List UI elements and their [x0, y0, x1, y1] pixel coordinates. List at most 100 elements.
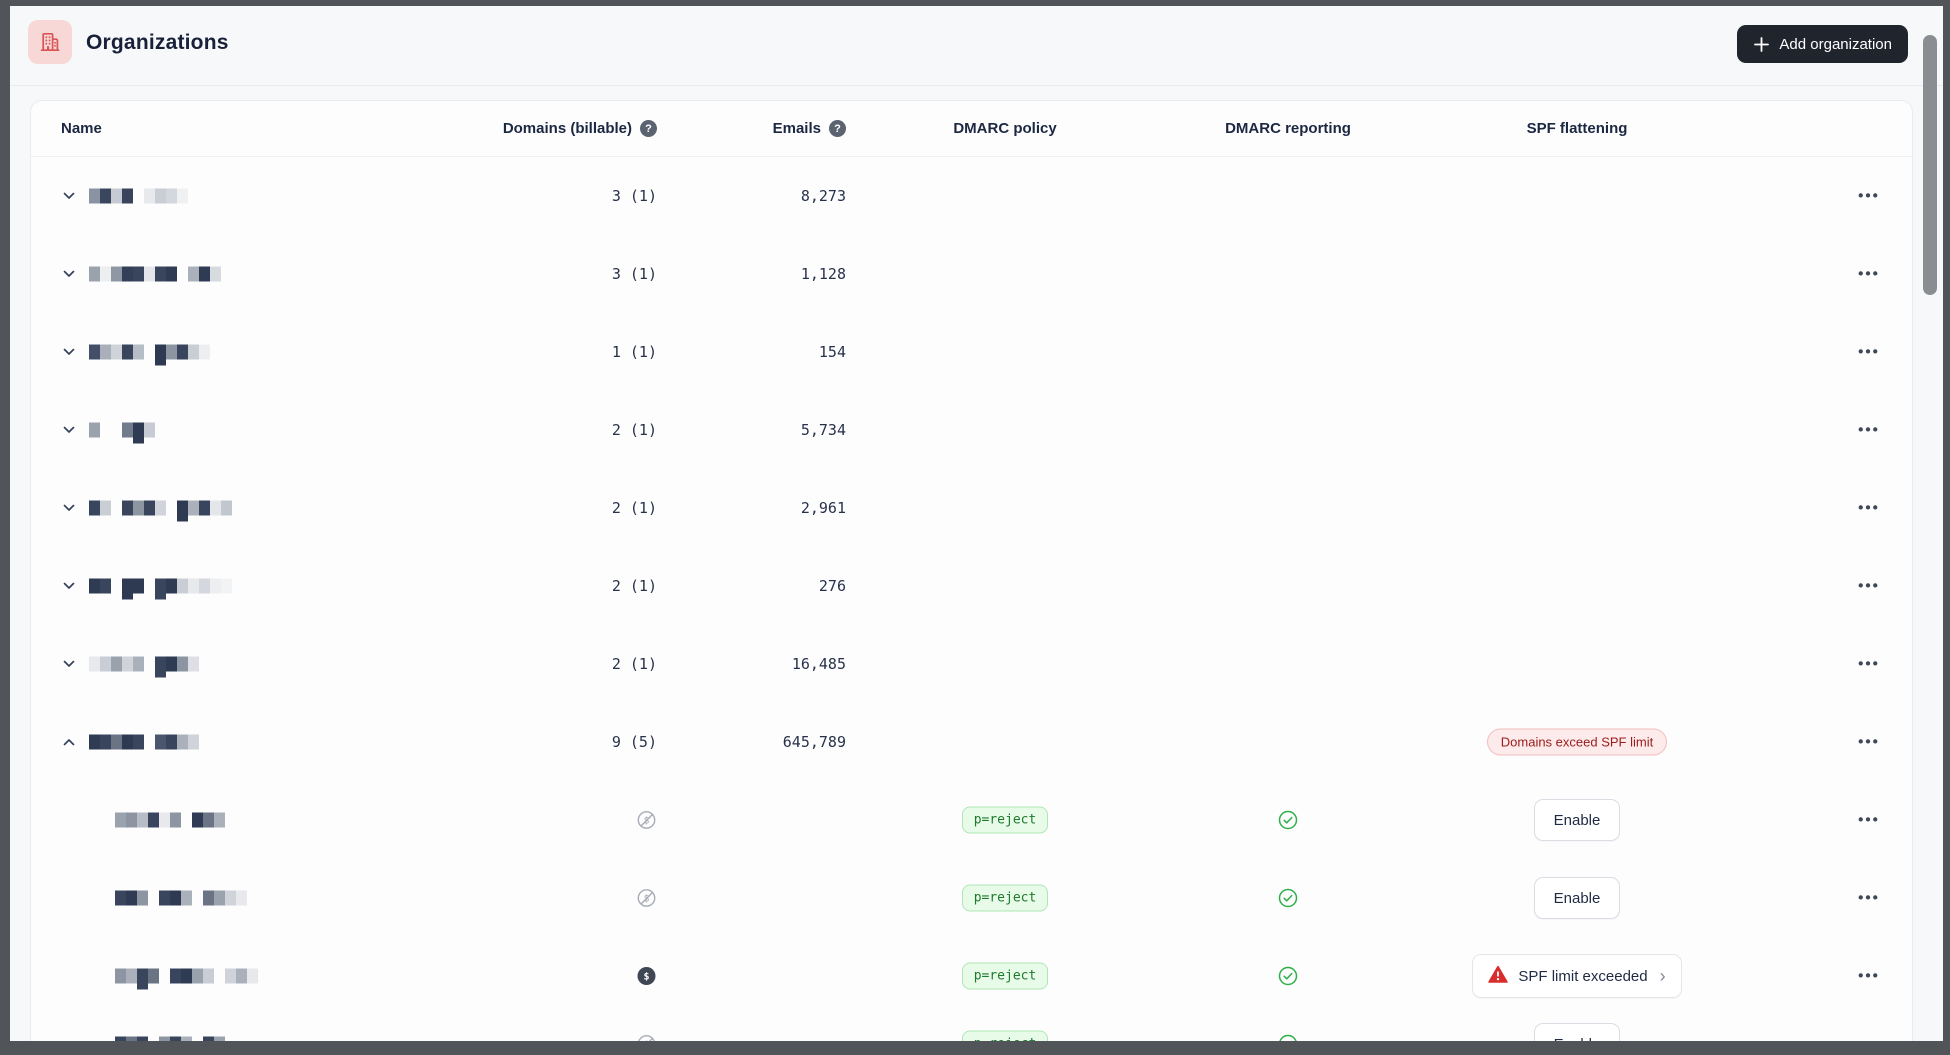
non-billable-icon: $ — [638, 1035, 655, 1041]
emails-count: 2,961 — [800, 499, 846, 517]
enable-spf-button[interactable]: Enable — [1533, 799, 1621, 841]
enable-spf-button[interactable]: Enable — [1533, 877, 1621, 919]
row-actions-menu-icon[interactable]: ••• — [1829, 422, 1909, 439]
domains-count: 9 (5) — [611, 733, 657, 751]
scrollbar-thumb[interactable] — [1923, 35, 1937, 295]
dmarc-policy-cell: p=reject — [905, 962, 1105, 990]
redaction-pixel — [144, 657, 155, 672]
redaction-pixel — [214, 890, 225, 906]
expand-chevron[interactable] — [61, 578, 81, 594]
row-actions-menu-icon[interactable]: ••• — [1829, 734, 1909, 751]
row-name — [89, 417, 155, 444]
redaction-pixel — [144, 500, 155, 516]
expand-chevron[interactable] — [61, 656, 81, 672]
domains-count: 2 (1) — [611, 499, 657, 517]
add-organization-button[interactable]: Add organization — [1737, 25, 1908, 63]
help-icon[interactable]: ? — [829, 120, 846, 137]
redaction-pixel — [188, 500, 199, 516]
expand-chevron[interactable] — [61, 344, 81, 360]
redaction-pixel — [126, 890, 137, 906]
row-actions-menu-icon[interactable]: ••• — [1829, 1036, 1909, 1042]
redaction-pixel — [137, 968, 148, 990]
redaction-pixel — [144, 266, 155, 282]
redaction-pixel — [122, 422, 133, 438]
redaction-pixel — [214, 1036, 225, 1041]
redaction-pixel — [148, 968, 159, 984]
org-row: 3 (1) 8,273 ••• — [31, 157, 1912, 235]
row-actions-menu-icon[interactable]: ••• — [1829, 812, 1909, 829]
redaction-pixel — [122, 656, 133, 672]
column-header-spf-flattening: SPF flattening — [1526, 120, 1628, 137]
redaction-pixel — [100, 656, 111, 672]
redaction-pixel — [214, 969, 225, 984]
row-name — [89, 188, 188, 204]
expand-chevron[interactable] — [61, 266, 81, 282]
row-name — [115, 812, 225, 828]
redaction-pixel — [203, 968, 214, 984]
redaction-pixel — [133, 266, 144, 282]
redaction-pixel — [155, 188, 166, 204]
domain-row: $ p=reject Enable ••• — [31, 859, 1912, 937]
row-actions-menu-icon[interactable]: ••• — [1829, 266, 1909, 283]
redaction-pixel — [133, 734, 144, 750]
chevron-down-icon — [63, 582, 75, 589]
row-actions-menu-icon[interactable]: ••• — [1829, 188, 1909, 205]
redaction-pixel — [133, 344, 144, 360]
emails-count: 154 — [818, 343, 846, 361]
chevron-right-icon: › — [1659, 966, 1666, 986]
row-actions-menu-icon[interactable]: ••• — [1829, 890, 1909, 907]
row-actions-menu-icon[interactable]: ••• — [1829, 500, 1909, 517]
redaction-pixel — [89, 656, 100, 672]
redaction-pixel — [221, 500, 232, 516]
add-organization-label: Add organization — [1779, 35, 1892, 53]
redaction-pixel — [89, 266, 100, 282]
expand-chevron[interactable] — [61, 422, 81, 438]
redaction-pixel — [177, 578, 188, 594]
dmarc-policy-badge: p=reject — [961, 806, 1049, 834]
redaction-pixel — [111, 344, 122, 360]
domains-count: 3 (1) — [611, 265, 657, 283]
redacted-name — [89, 188, 188, 204]
redaction-pixel — [155, 266, 166, 282]
column-header-dmarc-policy: DMARC policy — [953, 120, 1057, 137]
redaction-pixel — [133, 422, 144, 444]
row-actions-menu-icon[interactable]: ••• — [1829, 968, 1909, 985]
redaction-pixel — [181, 1036, 192, 1041]
spf-limit-exceeded-button[interactable]: SPF limit exceeded › — [1472, 954, 1682, 998]
expand-chevron[interactable] — [61, 188, 81, 204]
redaction-pixel — [115, 1036, 126, 1041]
redaction-pixel — [89, 422, 100, 438]
redaction-pixel — [111, 501, 122, 516]
redaction-pixel — [89, 188, 100, 204]
row-name — [89, 495, 232, 522]
collapse-chevron[interactable] — [61, 734, 81, 750]
emails-count: 276 — [818, 577, 846, 595]
redaction-pixel — [155, 578, 166, 600]
redaction-pixel — [126, 968, 137, 984]
warning-triangle-icon — [1488, 965, 1509, 988]
row-actions-menu-icon[interactable]: ••• — [1829, 578, 1909, 595]
redaction-pixel — [199, 500, 210, 516]
row-name — [89, 573, 232, 600]
redaction-pixel — [159, 812, 170, 828]
chevron-down-icon — [63, 348, 75, 355]
redaction-pixel — [122, 266, 133, 282]
redaction-pixel — [181, 890, 192, 906]
redaction-pixel — [236, 890, 247, 906]
expand-chevron[interactable] — [61, 500, 81, 516]
spf-flattening-cell: Enable — [1427, 877, 1727, 919]
spf-flattening-cell: Enable — [1427, 799, 1727, 841]
enable-spf-button[interactable]: Enable — [1533, 1023, 1621, 1041]
redaction-pixel — [155, 344, 166, 366]
table-header-row: Name Domains (billable) ? Emails ? DMARC… — [31, 101, 1912, 157]
redaction-pixel — [111, 423, 122, 438]
redaction-pixel — [225, 890, 236, 906]
chevron-down-icon — [63, 660, 75, 667]
redaction-pixel — [126, 1036, 137, 1041]
redaction-pixel — [170, 890, 181, 906]
redaction-pixel — [111, 734, 122, 750]
check-circle-icon — [1278, 966, 1298, 986]
row-actions-menu-icon[interactable]: ••• — [1829, 344, 1909, 361]
row-actions-menu-icon[interactable]: ••• — [1829, 656, 1909, 673]
redaction-pixel — [203, 890, 214, 906]
